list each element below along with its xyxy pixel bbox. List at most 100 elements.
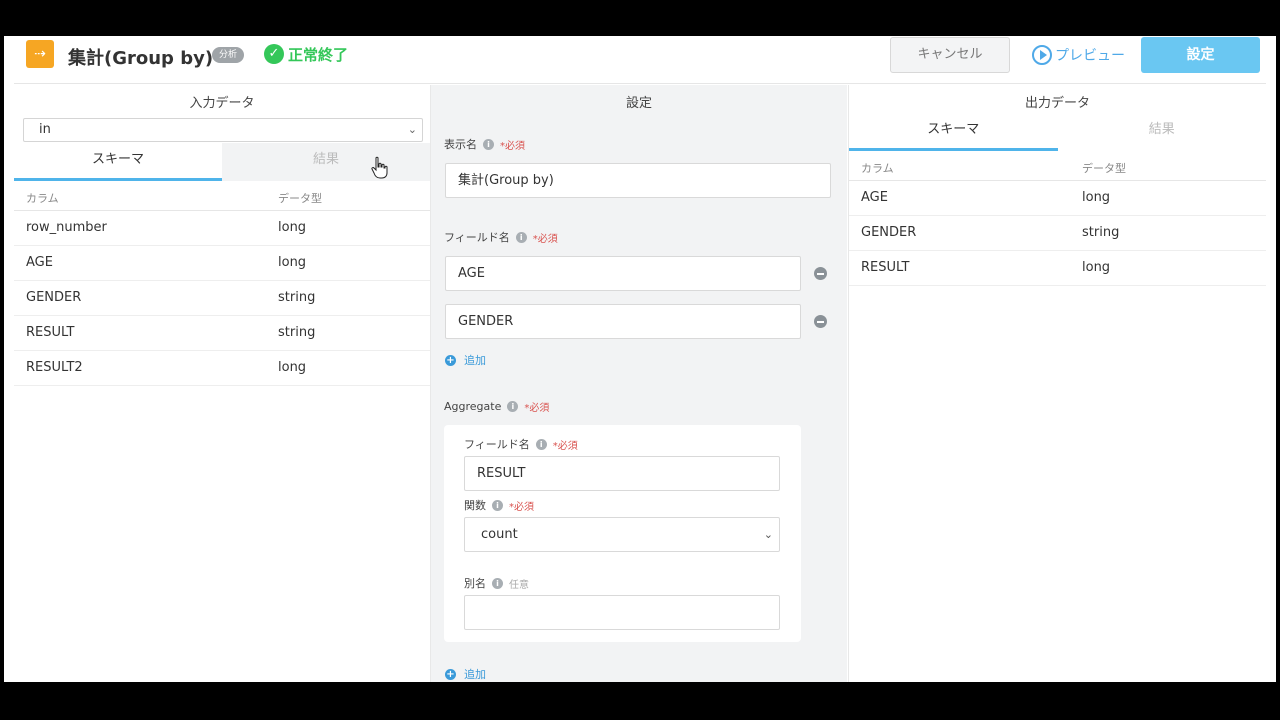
display-name-label: 表示名 i *必須 <box>444 136 525 152</box>
input-tabs: スキーマ 結果 <box>14 143 430 181</box>
info-icon[interactable]: i <box>515 231 527 243</box>
table-row: GENDER string <box>849 216 1266 251</box>
input-data-panel: 入力データ in ⌄ スキーマ 結果 カラム データ型 row_number l… <box>14 85 431 682</box>
info-icon[interactable]: i <box>483 138 494 150</box>
input-source-select[interactable]: in ⌄ <box>23 118 423 142</box>
output-table-header: カラム データ型 <box>849 151 1266 181</box>
agg-field-name-label: フィールド名 i *必須 <box>464 436 578 452</box>
input-source-value: in <box>39 122 51 137</box>
column-name: GENDER <box>861 225 917 240</box>
agg-field-input[interactable]: RESULT <box>464 456 780 491</box>
label-text: 表示名 <box>444 138 477 151</box>
category-badge: 分析 <box>212 47 245 63</box>
status-label: 正常終了 <box>288 45 349 64</box>
optional-mark: 任意 <box>509 579 529 591</box>
info-icon[interactable]: i <box>492 499 503 511</box>
function-value: count <box>481 527 518 542</box>
check-circle-icon: ✓ <box>264 44 284 64</box>
label-text: Aggregate <box>444 400 502 413</box>
column-type: string <box>278 325 316 340</box>
table-row: RESULT string <box>14 316 430 351</box>
column-name: AGE <box>26 255 53 270</box>
remove-field-icon[interactable] <box>814 267 827 280</box>
settings-panel-title: 設定 <box>625 96 652 111</box>
label-text: 関数 <box>464 499 486 512</box>
plus-icon: + <box>445 668 456 680</box>
display-name-input[interactable]: 集計(Group by) <box>445 163 831 198</box>
settings-button[interactable]: 設定 <box>1141 37 1260 73</box>
table-row: RESULT2 long <box>14 351 430 386</box>
plus-icon: + <box>445 354 456 366</box>
column-name: RESULT2 <box>26 360 83 375</box>
chevron-down-icon: ⌄ <box>763 528 773 541</box>
column-name: GENDER <box>26 290 82 305</box>
group-by-dialog: ⇢ 集計(Group by) 分析 ✓ 正常終了 キャンセル プレビュー 設定 … <box>4 36 1276 682</box>
alias-input[interactable] <box>464 595 780 630</box>
function-select[interactable]: count ⌄ <box>464 517 780 552</box>
required-mark: *必須 <box>552 440 578 452</box>
input-panel-title: 入力データ <box>189 96 255 111</box>
column-type: long <box>278 220 307 235</box>
label-text: フィールド名 <box>464 438 530 451</box>
input-table-header: カラム データ型 <box>14 181 430 211</box>
function-label: 関数 i *必須 <box>464 497 534 513</box>
settings-panel: 設定 表示名 i *必須 集計(Group by) フィールド名 i *必須 A… <box>431 85 847 682</box>
column-header-column: カラム <box>26 192 59 205</box>
column-type: long <box>1082 190 1111 205</box>
column-type: string <box>278 290 316 305</box>
column-name: AGE <box>861 190 888 205</box>
info-icon[interactable]: i <box>535 438 547 450</box>
required-mark: *必須 <box>509 501 534 513</box>
add-label: 追加 <box>464 668 486 681</box>
status-indicator: ✓ 正常終了 <box>264 43 348 65</box>
field-name-input[interactable]: AGE <box>445 256 801 291</box>
tab-output-schema[interactable]: スキーマ <box>849 113 1058 151</box>
column-name: RESULT <box>26 325 75 340</box>
group-by-node-icon: ⇢ <box>26 40 54 68</box>
column-type: long <box>1082 260 1111 275</box>
aggregate-card: フィールド名 i *必須 RESULT 関数 i *必須 count ⌄ 別名 … <box>444 425 801 642</box>
required-mark: *必須 <box>524 403 550 414</box>
column-type: string <box>1082 225 1120 240</box>
column-header-column: カラム <box>861 162 894 175</box>
tab-input-schema[interactable]: スキーマ <box>14 143 222 181</box>
add-aggregate-button[interactable]: + 追加 <box>445 666 486 682</box>
table-row: row_number long <box>14 211 430 246</box>
alias-label: 別名 i 任意 <box>464 575 529 591</box>
play-icon <box>1032 45 1052 65</box>
label-text: 別名 <box>464 577 486 590</box>
tab-input-result[interactable]: 結果 <box>222 143 430 181</box>
column-type: long <box>278 255 307 270</box>
chevron-down-icon: ⌄ <box>407 123 417 136</box>
info-icon[interactable]: i <box>492 577 503 589</box>
info-icon[interactable]: i <box>507 401 519 412</box>
aggregate-label: Aggregate i *必須 <box>444 399 549 414</box>
hand-cursor-icon <box>371 156 388 179</box>
add-field-button[interactable]: + 追加 <box>445 352 486 368</box>
output-data-panel: 出力データ スキーマ 結果 カラム データ型 AGE long GENDER s… <box>848 85 1266 682</box>
field-name-label: フィールド名 i *必須 <box>444 229 558 245</box>
column-header-type: データ型 <box>1082 162 1126 175</box>
dialog-header: ⇢ 集計(Group by) 分析 ✓ 正常終了 キャンセル プレビュー 設定 <box>14 36 1266 84</box>
table-row: AGE long <box>849 181 1266 216</box>
table-row: RESULT long <box>849 251 1266 286</box>
column-name: row_number <box>26 220 107 235</box>
output-panel-title: 出力データ <box>1024 96 1090 111</box>
dialog-title: 集計(Group by) <box>68 48 214 69</box>
column-type: long <box>278 360 307 375</box>
preview-label: プレビュー <box>1055 48 1125 64</box>
cancel-button[interactable]: キャンセル <box>890 37 1010 73</box>
required-mark: *必須 <box>532 233 558 245</box>
column-header-type: データ型 <box>278 192 322 205</box>
table-row: AGE long <box>14 246 430 281</box>
preview-button[interactable]: プレビュー <box>1032 38 1125 72</box>
table-row: GENDER string <box>14 281 430 316</box>
field-name-input[interactable]: GENDER <box>445 304 801 339</box>
add-label: 追加 <box>464 354 486 367</box>
remove-field-icon[interactable] <box>814 315 827 328</box>
tab-output-result[interactable]: 結果 <box>1057 113 1266 151</box>
output-tabs: スキーマ 結果 <box>849 113 1266 151</box>
label-text: フィールド名 <box>444 231 510 244</box>
column-name: RESULT <box>861 260 910 275</box>
required-mark: *必須 <box>500 140 525 152</box>
